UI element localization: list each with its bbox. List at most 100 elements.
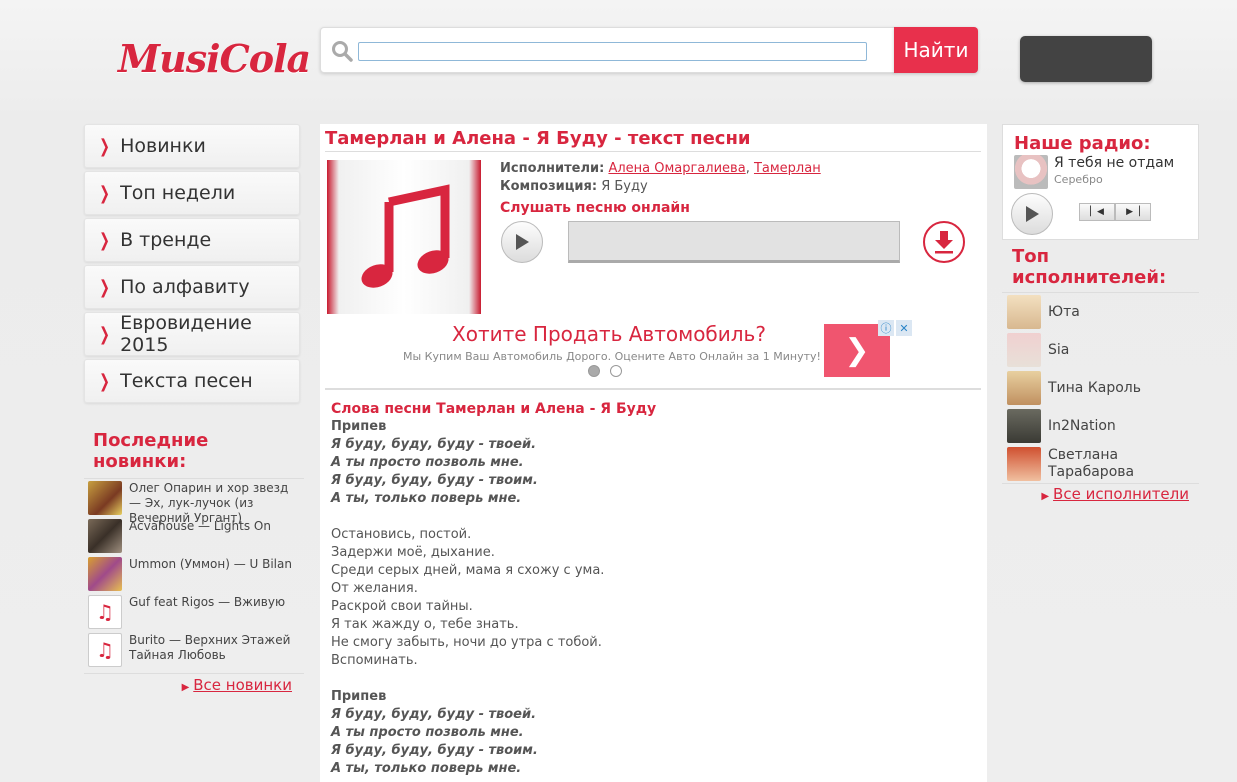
- site-logo[interactable]: MusiCola: [118, 36, 311, 81]
- audio-progress-bar[interactable]: [568, 221, 900, 263]
- download-icon: [935, 231, 953, 254]
- music-note-icon: ♫: [88, 633, 122, 667]
- close-icon[interactable]: ✕: [896, 320, 912, 336]
- track-title: Guf feat Rigos — Вживую: [129, 595, 286, 609]
- lyrics-line: А ты, только поверь мне.: [331, 491, 522, 506]
- radio-play-button[interactable]: [1011, 193, 1053, 235]
- menu-item-lyrics[interactable]: ❯ Текста песен: [84, 359, 300, 403]
- lyrics-line: Я буду, буду, буду - твоим.: [331, 473, 538, 488]
- artist-link[interactable]: Алена Омаргалиева: [608, 161, 745, 176]
- page-title: Тамерлан и Алена - Я Буду - текст песни: [325, 128, 981, 152]
- artist-item[interactable]: Тина Кароль: [1002, 369, 1199, 407]
- lyrics-line: Я так жажду о, тебе знать.: [331, 617, 519, 632]
- menu-item-top-week[interactable]: ❯ Топ недели: [84, 171, 300, 215]
- all-artists-link-row: ▶ Все исполнители: [1002, 483, 1199, 503]
- carousel-dot[interactable]: [610, 365, 622, 377]
- radio-thumbnail: [1014, 155, 1048, 189]
- radio-widget: Наше радио: Я тебя не отдам Серебро ▏◀ ▶…: [1002, 124, 1199, 240]
- ad-banner[interactable]: Хотите Продать Автомобиль? Мы Купим Ваш …: [400, 320, 912, 380]
- list-item[interactable]: ♫ Burito — Верхних Этажей Тайная Любовь: [84, 631, 304, 669]
- menu-item-alphabet[interactable]: ❯ По алфавиту: [84, 265, 300, 309]
- download-button[interactable]: [923, 221, 965, 263]
- menu-item-trending[interactable]: ❯ В тренде: [84, 218, 300, 262]
- track-thumbnail: [88, 557, 122, 591]
- artists-label: Исполнители:: [500, 161, 605, 176]
- artist-avatar: [1007, 295, 1041, 329]
- artist-item[interactable]: Sia: [1002, 331, 1199, 369]
- main-content: Тамерлан и Алена - Я Буду - текст песни …: [320, 124, 987, 782]
- search-box: [320, 27, 895, 73]
- artist-item[interactable]: Светлана Тарабарова: [1002, 445, 1199, 483]
- skip-next-icon: ▶▕: [1126, 207, 1140, 217]
- song-info: Исполнители: Алена Омаргалиева, Тамерлан…: [500, 160, 821, 196]
- divider: [325, 388, 981, 390]
- artist-name: Sia: [1048, 341, 1070, 358]
- play-button[interactable]: [501, 221, 543, 263]
- chevron-right-icon: ❯: [99, 370, 110, 392]
- artist-item[interactable]: In2Nation: [1002, 407, 1199, 445]
- lyrics-line: Остановись, постой.: [331, 527, 472, 542]
- lyrics-line: А ты просто позволь мне.: [331, 455, 524, 470]
- carousel-dot[interactable]: [588, 365, 600, 377]
- chevron-right-icon: ❯: [844, 333, 870, 368]
- carousel-dots: [588, 365, 622, 377]
- menu-item-new[interactable]: ❯ Новинки: [84, 124, 300, 168]
- ad-title: Хотите Продать Автомобиль?: [452, 322, 766, 346]
- menu-item-eurovision[interactable]: ❯ Евровидение 2015: [84, 312, 300, 356]
- artist-avatar: [1007, 409, 1041, 443]
- list-item[interactable]: ♫ Guf feat Rigos — Вживую: [84, 593, 304, 631]
- account-button[interactable]: [1020, 36, 1152, 82]
- lyrics-title: Слова песни Тамерлан и Алена - Я Буду: [331, 401, 657, 417]
- music-note-icon: [361, 184, 450, 288]
- play-icon: [1026, 206, 1039, 222]
- artist-name: Светлана Тарабарова: [1048, 447, 1135, 480]
- radio-song: Я тебя не отдам: [1054, 155, 1175, 171]
- lyrics-line: Вспоминать.: [331, 653, 418, 668]
- composition-label: Композиция:: [500, 179, 598, 194]
- music-note-icon: ♫: [88, 595, 122, 629]
- artist-name: Тина Кароль: [1048, 379, 1142, 396]
- track-title: Acvahouse — Lights On: [129, 519, 271, 533]
- artist-item[interactable]: Юта: [1002, 293, 1199, 331]
- artist-avatar: [1007, 333, 1041, 367]
- radio-artist: Серебро: [1054, 173, 1103, 186]
- menu-item-label: Текста песен: [120, 370, 253, 392]
- list-item[interactable]: Ummon (Уммон) — U Bilan: [84, 555, 304, 593]
- listen-online-heading: Слушать песню онлайн: [500, 200, 690, 216]
- all-new-link[interactable]: Все новинки: [193, 676, 292, 694]
- track-title: Burito — Верхних Этажей Тайная Любовь: [129, 633, 291, 662]
- skip-previous-icon: ▏◀: [1090, 207, 1104, 217]
- info-icon[interactable]: ⓘ: [878, 320, 894, 336]
- lyrics-line: Задержи моё, дыхание.: [331, 545, 495, 560]
- radio-title: Наше радио:: [1014, 133, 1151, 154]
- artist-name: In2Nation: [1048, 417, 1116, 434]
- all-artists-link[interactable]: Все исполнители: [1053, 485, 1189, 503]
- track-thumbnail: [88, 481, 122, 515]
- search-icon: [332, 41, 353, 62]
- lyrics-line: Я буду, буду, буду - твоей.: [331, 707, 537, 722]
- composition-value: Я Буду: [601, 179, 648, 194]
- radio-next-button[interactable]: ▶▕: [1115, 203, 1151, 221]
- track-thumbnail: [88, 519, 122, 553]
- menu-item-label: В тренде: [120, 229, 212, 251]
- chevron-right-icon: ❯: [99, 323, 110, 345]
- search-button[interactable]: Найти: [894, 27, 978, 73]
- lyrics-block: Слова песни Тамерлан и Алена - Я Буду Пр…: [331, 400, 656, 778]
- list-item[interactable]: Олег Опарин и хор звезд — Эх, лук-лучок …: [84, 479, 304, 525]
- search-input[interactable]: [358, 42, 867, 61]
- artist-avatar: [1007, 447, 1041, 481]
- artist-link[interactable]: Тамерлан: [754, 161, 821, 176]
- lyrics-line: Раскрой свои тайны.: [331, 599, 473, 614]
- top-artists: Топ исполнителей: Юта Sia Тина Кароль In…: [1002, 246, 1199, 503]
- artist-separator: ,: [745, 161, 750, 176]
- main-menu: ❯ Новинки ❯ Топ недели ❯ В тренде ❯ По алфав…: [84, 124, 300, 406]
- triangle-right-icon: ▶: [181, 682, 190, 693]
- lyrics-line: Я буду, буду, буду - твоим.: [331, 743, 538, 758]
- top-artists-title: Топ исполнителей:: [1002, 246, 1199, 293]
- chorus-label: Припев: [331, 689, 387, 704]
- lyrics-line: А ты, только поверь мне.: [331, 761, 522, 776]
- chevron-right-icon: ❯: [99, 182, 110, 204]
- radio-prev-button[interactable]: ▏◀: [1079, 203, 1115, 221]
- lyrics-line: Я буду, буду, буду - твоей.: [331, 437, 537, 452]
- latest-title: Последние новинки:: [84, 430, 304, 479]
